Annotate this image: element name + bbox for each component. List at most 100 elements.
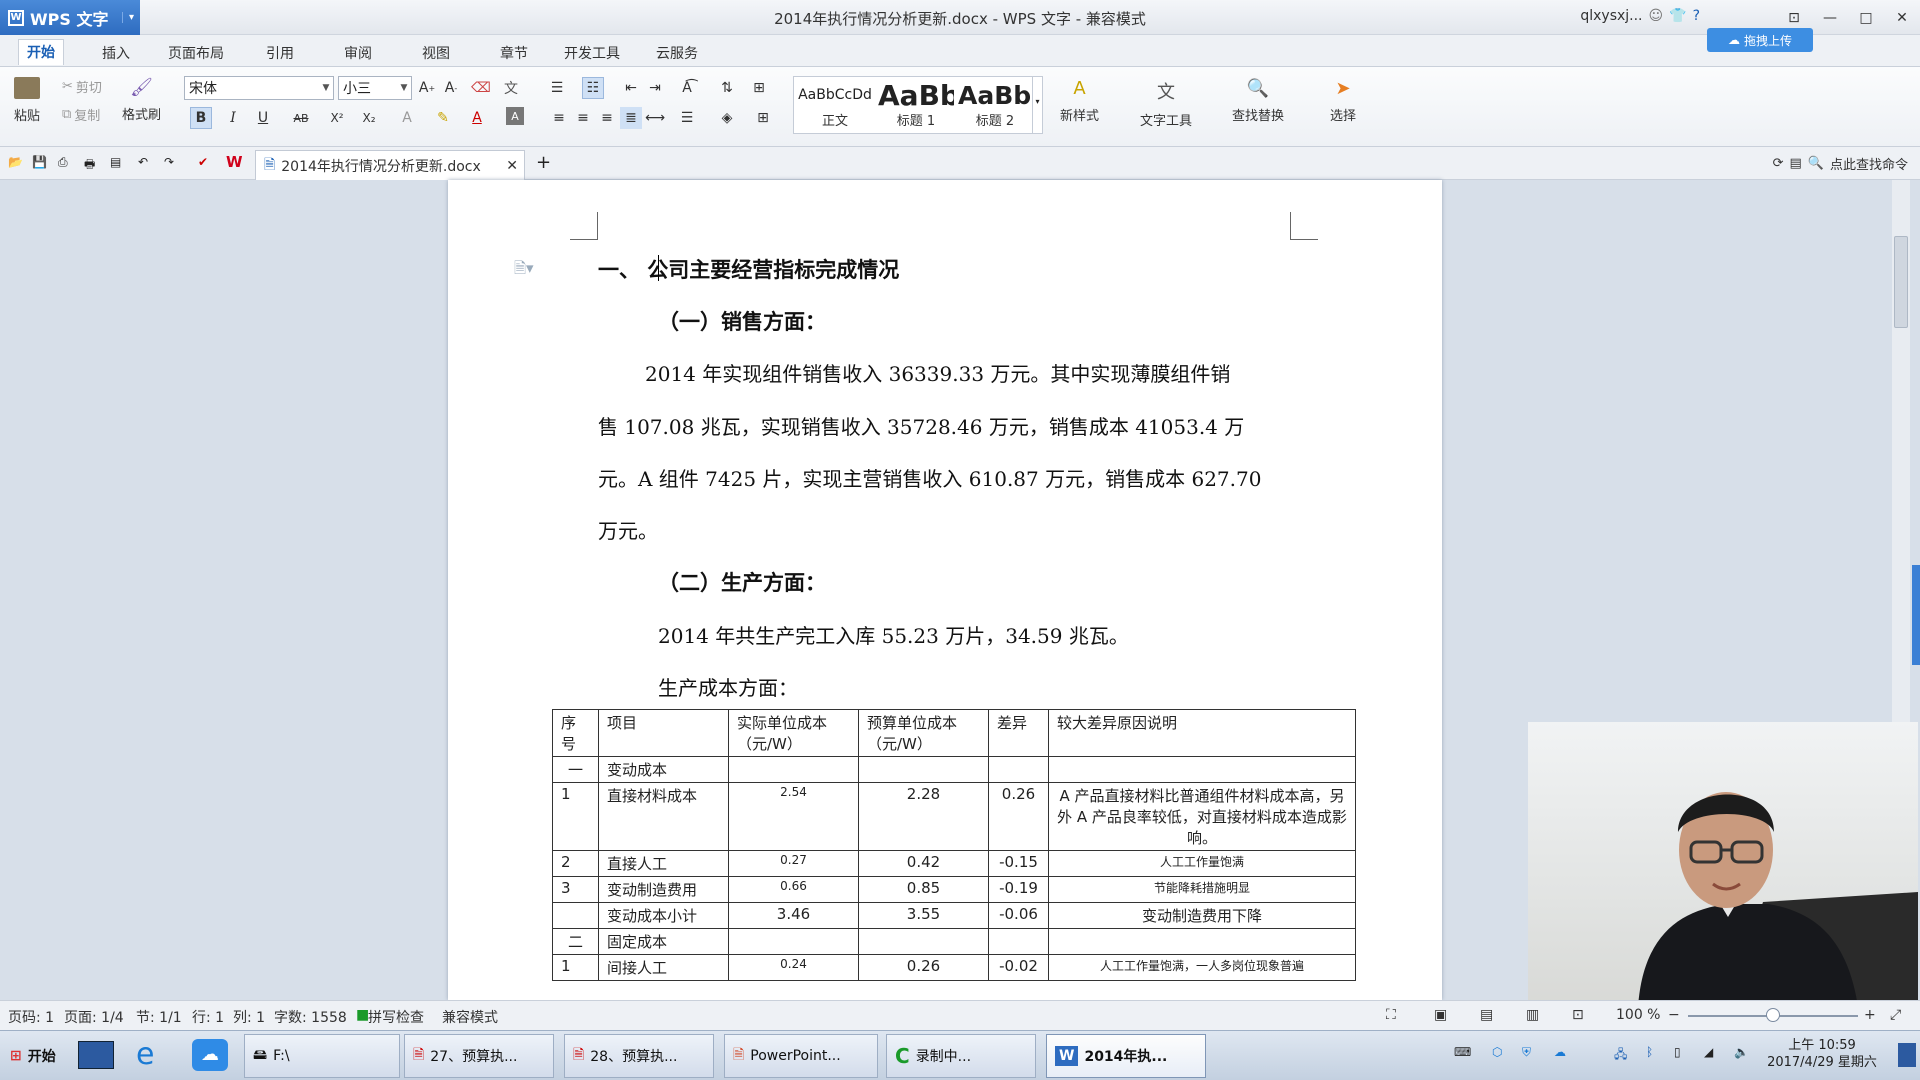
table-icon[interactable]: ⊞ (748, 77, 770, 99)
outline-view-icon[interactable]: ▤ (1480, 1007, 1493, 1023)
expand-icon[interactable]: ⤢ (1890, 1007, 1901, 1023)
phonetic-icon[interactable]: 文 (500, 77, 522, 99)
signal-icon[interactable]: ◢ (1704, 1045, 1713, 1059)
layout-icon[interactable]: ▤ (1790, 156, 1802, 171)
italic-button[interactable]: I (222, 107, 244, 129)
decrease-indent-icon[interactable]: ⇤ (620, 77, 642, 99)
undo-icon[interactable]: ↶ (138, 155, 148, 169)
drag-upload-button[interactable]: ☁ 拖拽上传 (1707, 28, 1813, 52)
status-col[interactable]: 列: 1 (233, 1007, 265, 1027)
grow-font-button[interactable]: A + (416, 77, 438, 99)
superscript-button[interactable]: X² (326, 107, 348, 129)
clear-format-icon[interactable]: ⌫ (470, 77, 492, 99)
line-spacing-icon[interactable]: ☰ (676, 107, 698, 129)
shading-icon[interactable]: ◈ (716, 107, 738, 129)
save-icon[interactable]: 💾 (32, 155, 47, 169)
new-style-button[interactable]: A 新样式 (1060, 78, 1099, 124)
format-painter-button[interactable]: 🖌 格式刷 (122, 77, 161, 123)
status-section[interactable]: 节: 1/1 (136, 1007, 182, 1027)
redo-icon[interactable]: ↷ (164, 155, 174, 169)
maximize-button[interactable]: □ (1848, 0, 1884, 35)
find-replace-button[interactable]: 🔍 查找替换 (1232, 78, 1284, 124)
style-normal[interactable]: AaBbCcDd 正文 (798, 77, 872, 133)
text-direction-icon[interactable]: A͡ (676, 77, 698, 99)
keyboard-icon[interactable]: ⌨ (1454, 1045, 1471, 1059)
zoom-fit-icon[interactable]: ⊡ (1572, 1007, 1584, 1023)
strikethrough-button[interactable]: AB (288, 107, 314, 129)
taskbar-item-pdf28[interactable]: 🗎 28、预算执... (564, 1034, 714, 1078)
align-right-icon[interactable]: ≡ (596, 107, 618, 129)
fullscreen-icon[interactable]: ⛶ (1386, 1007, 1396, 1023)
border-icon[interactable]: ⊞ (752, 107, 774, 129)
tab-developer[interactable]: 开发工具 (556, 41, 628, 67)
status-page-code[interactable]: 页码: 1 (8, 1007, 54, 1027)
zoom-out-icon[interactable]: − (1668, 1007, 1680, 1023)
tab-review[interactable]: 审阅 (336, 41, 380, 67)
bullet-list-icon[interactable]: ☰ (546, 77, 568, 99)
select-button[interactable]: ➤ 选择 (1330, 78, 1356, 124)
status-words[interactable]: 字数: 1558 (274, 1007, 347, 1027)
paragraph-handle-icon[interactable]: 🗎▾ (514, 258, 534, 283)
tab-references[interactable]: 引用 (258, 41, 302, 67)
sync-icon[interactable]: ⟳ (1773, 156, 1784, 171)
font-color-icon[interactable]: A (466, 107, 488, 129)
new-tab-icon[interactable]: + (536, 152, 551, 173)
network-icon[interactable]: 🖧 (1614, 1045, 1627, 1066)
close-button[interactable]: ✕ (1884, 0, 1920, 35)
document-tab[interactable]: 🗎 2014年执行情况分析更新.docx ✕ (255, 150, 525, 180)
font-size-select[interactable]: 小三 ▼ (338, 76, 412, 100)
shield-icon[interactable]: ⛨ (1522, 1045, 1531, 1060)
wps-home-icon[interactable]: W (226, 153, 243, 171)
minimize-button[interactable]: — (1812, 0, 1848, 35)
sort-icon[interactable]: ⇅ (716, 77, 738, 99)
user-avatar-icon[interactable]: ☺ (1649, 8, 1664, 24)
tab-cloud[interactable]: 云服务 (648, 41, 706, 67)
underline-button[interactable]: U (252, 107, 274, 129)
justify-icon[interactable]: ≣ (620, 107, 642, 129)
ie-icon[interactable]: e (136, 1037, 154, 1073)
start-button[interactable]: ⊞ 开始 (2, 1034, 58, 1078)
zoom-in-icon[interactable]: + (1864, 1007, 1876, 1023)
zoom-slider-thumb[interactable] (1766, 1008, 1780, 1022)
highlight-icon[interactable]: ✎ (432, 107, 454, 129)
tray-cloud-icon[interactable]: ☁ (1554, 1045, 1566, 1059)
text-tools-button[interactable]: 文文字工具 (1140, 78, 1192, 129)
help-icon[interactable]: ? (1693, 8, 1700, 24)
paste-button[interactable]: 粘贴 (14, 77, 40, 124)
shrink-font-button[interactable]: A- (440, 77, 462, 99)
battery-icon[interactable]: ▯ (1674, 1045, 1681, 1059)
print-preview-icon[interactable]: ▤ (110, 155, 121, 169)
increase-indent-icon[interactable]: ⇥ (644, 77, 666, 99)
bluetooth-icon[interactable]: ᛒ (1646, 1045, 1653, 1059)
taskbar-item-wps[interactable]: W 2014年执... (1046, 1034, 1206, 1078)
cloud-app-icon[interactable]: ☁ (192, 1039, 228, 1071)
taskbar-item-pdf27[interactable]: 🗎 27、预算执... (404, 1034, 554, 1078)
status-spellcheck[interactable]: 拼写检查 (368, 1007, 424, 1027)
char-shading-icon[interactable]: A (506, 107, 524, 125)
volume-icon[interactable]: 🔈 (1734, 1045, 1749, 1059)
copy-button[interactable]: ⧉ 复制 (62, 105, 100, 124)
align-center-icon[interactable]: ≡ (572, 107, 594, 129)
tab-view[interactable]: 视图 (414, 41, 458, 67)
open-icon[interactable]: 📂 (8, 155, 23, 169)
export-pdf-icon[interactable]: ⎙ (58, 155, 68, 170)
print-icon[interactable]: 🖶 (84, 155, 95, 176)
scrollbar-thumb[interactable] (1894, 236, 1908, 328)
distribute-icon[interactable]: ⟷ (644, 107, 666, 129)
tab-page-layout[interactable]: 页面布局 (160, 41, 232, 67)
command-search[interactable]: ⟳ ▤ 🔍 点此查找命令 (1773, 154, 1908, 173)
user-name[interactable]: qlxysxj... (1580, 8, 1642, 24)
tray-box-icon[interactable]: ⬡ (1492, 1045, 1502, 1059)
tab-home[interactable]: 开始 (18, 39, 64, 65)
style-more-icon[interactable]: ▾ (1032, 77, 1042, 133)
cost-table[interactable]: 序号 项目 实际单位成本（元/W） 预算单位成本（元/W） 差异 较大差异原因说… (552, 709, 1356, 981)
taskbar-item-drive[interactable]: 🖴 F:\ (244, 1034, 400, 1078)
skin-icon[interactable]: 👕 (1669, 8, 1686, 24)
show-desktop-button[interactable] (1898, 1043, 1916, 1067)
font-family-select[interactable]: 宋体 ▼ (184, 76, 334, 100)
side-panel-tab[interactable] (1912, 565, 1920, 665)
close-tab-icon[interactable]: ✕ (506, 158, 518, 174)
zoom-value[interactable]: 100 % (1616, 1007, 1660, 1023)
align-left-icon[interactable]: ≡ (548, 107, 570, 129)
tab-insert[interactable]: 插入 (94, 41, 138, 67)
